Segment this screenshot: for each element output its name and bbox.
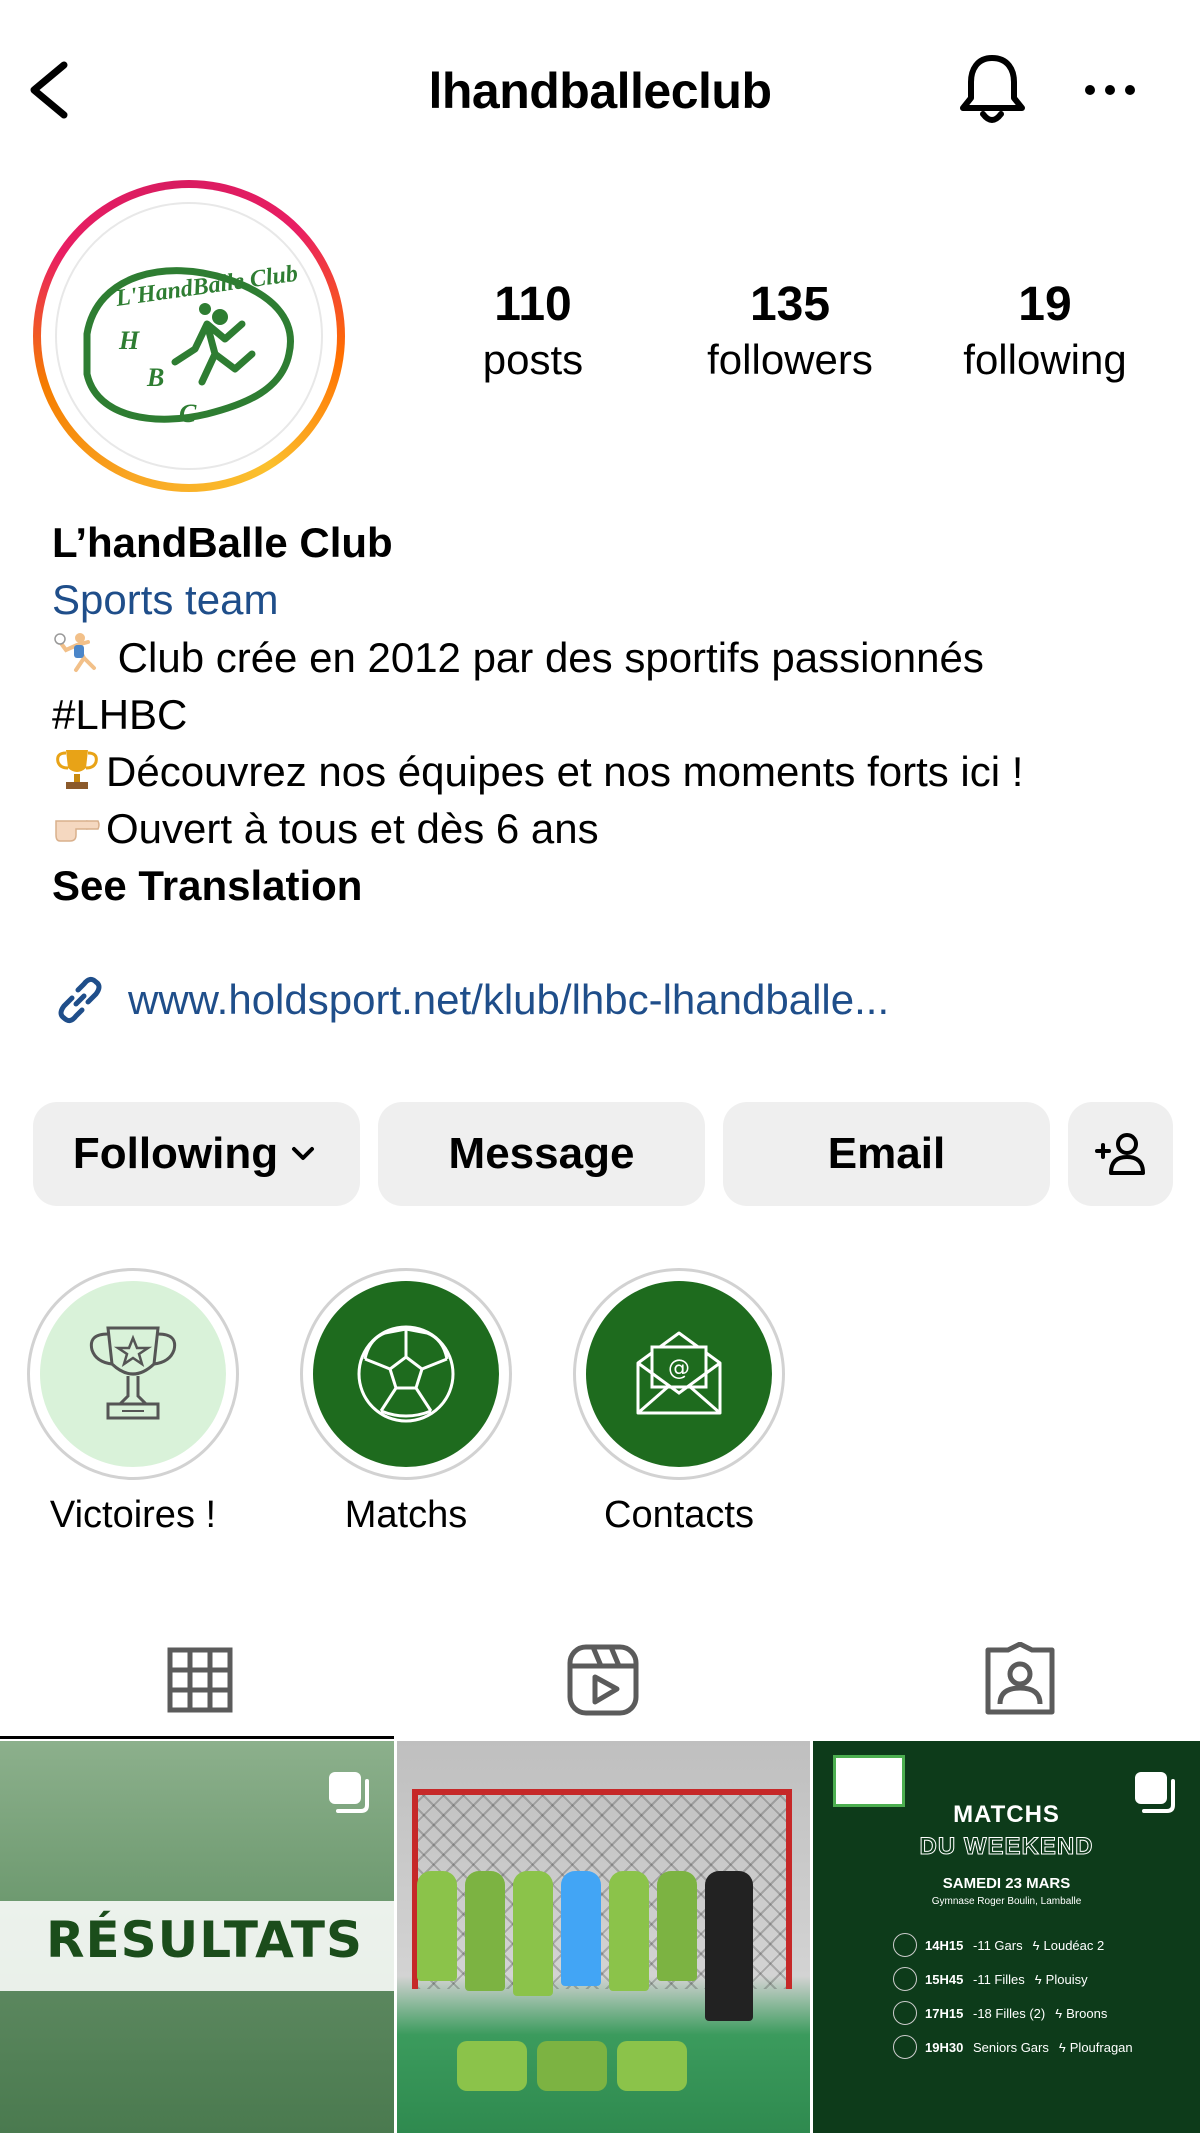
posts-label: posts (482, 336, 584, 383)
profile-bio: L’handBalle Club Sports team Club crée e… (52, 515, 1172, 914)
club-logo-graphic: L'HandBalle Club H B C (83, 261, 299, 428)
trophy-emoji-icon (56, 750, 98, 789)
handball-player-emoji-icon (54, 633, 96, 672)
link-icon (58, 976, 102, 1024)
email-button[interactable]: Email (723, 1102, 1050, 1206)
highlight-contacts[interactable]: @ Contacts (572, 1268, 786, 1537)
email-button-label: Email (827, 1129, 946, 1178)
bio-line-1: Club crée en 2012 par des sportifs passi… (52, 629, 1172, 686)
bio-line-1-text: Club crée en 2012 par des sportifs passi… (106, 634, 984, 681)
post-title: RÉSULTATS (46, 1911, 364, 1969)
svg-text:C: C (179, 399, 197, 428)
highlight-label: Matchs (344, 1494, 468, 1536)
message-button[interactable]: Message (378, 1102, 705, 1206)
posts-stat[interactable]: 110 posts (403, 275, 663, 385)
post-subtitle: DU WEEKEND (919, 1833, 1094, 1861)
post-venue: Gymnase Roger Boulin, Lamballe (931, 1896, 1082, 1907)
profile-avatar[interactable]: L'HandBalle Club H B C (33, 180, 345, 492)
active-tab-indicator (0, 1736, 394, 1739)
followers-label: followers (707, 336, 873, 383)
add-user-icon (1094, 1133, 1145, 1175)
post-thumbnail-resultats[interactable]: RÉSULTATS (0, 1741, 394, 2133)
highlight-matchs[interactable]: Matchs (299, 1268, 513, 1537)
match-row: 14H15 -11 Gars ϟ Loudéac 2 (893, 1933, 1104, 1957)
club-logo-small (833, 1755, 905, 1807)
following-button-label: Following (72, 1129, 279, 1178)
hashtag-link[interactable]: #LHBC (52, 691, 187, 738)
bio-line-3-text: Découvrez nos équipes et nos moments for… (106, 748, 1024, 795)
post-thumbnail-team-photo[interactable] (397, 1741, 810, 2133)
bio-line-4-text: Ouvert à tous et dès 6 ans (106, 805, 599, 852)
following-count: 19 (1018, 278, 1072, 331)
tab-tagged[interactable] (820, 1620, 1200, 1740)
following-button[interactable]: Following (33, 1102, 360, 1206)
bio-line-2[interactable]: #LHBC (52, 686, 1172, 743)
following-label: following (963, 336, 1127, 383)
grid-icon (167, 1647, 233, 1713)
top-bar: lhandballeclub (0, 0, 1200, 180)
more-options-button[interactable] (1080, 70, 1140, 110)
reels-icon (567, 1644, 639, 1716)
bio-link[interactable]: www.holdsport.net/klub/lhbc-lhandballe..… (52, 970, 889, 1030)
message-button-label: Message (448, 1129, 635, 1178)
post-thumbnail-matchs-weekend[interactable]: MATCHS DU WEEKEND SAMEDI 23 MARS Gymnase… (813, 1741, 1200, 2133)
notifications-button[interactable] (955, 50, 1030, 130)
tab-reels[interactable] (403, 1620, 803, 1740)
bell-icon (960, 55, 1025, 123)
carousel-icon (329, 1772, 369, 1813)
see-translation-button[interactable]: See Translation (52, 857, 1172, 914)
svg-text:@: @ (668, 1356, 690, 1381)
link-text: www.holdsport.net/klub/lhbc-lhandballe..… (128, 976, 890, 1023)
svg-text:H: H (118, 326, 140, 355)
tagged-icon (985, 1642, 1055, 1715)
followers-stat[interactable]: 135 followers (660, 275, 920, 385)
carousel-icon (1135, 1772, 1175, 1813)
handball-icon (357, 1325, 455, 1423)
followers-count: 135 (749, 278, 831, 331)
bio-line-4: Ouvert à tous et dès 6 ans (52, 800, 1172, 857)
match-row: 19H30 Seniors Gars ϟ Ploufragan (893, 2035, 1133, 2059)
profile-name: L’handBalle Club (52, 519, 393, 566)
svg-text:B: B (146, 363, 164, 392)
highlight-label: Victoires ! (49, 1494, 217, 1536)
highlight-label: Contacts (604, 1494, 754, 1536)
highlight-victoires[interactable]: Victoires ! (26, 1268, 240, 1537)
suggested-users-button[interactable] (1068, 1102, 1173, 1206)
bio-line-3: Découvrez nos équipes et nos moments for… (52, 743, 1172, 800)
club-logo: L'HandBalle Club H B C (55, 202, 323, 470)
more-horizontal-icon (1085, 85, 1135, 95)
chevron-down-icon (292, 1147, 315, 1160)
following-stat[interactable]: 19 following (915, 275, 1175, 385)
envelope-icon: @ (636, 1331, 722, 1415)
profile-category[interactable]: Sports team (52, 571, 1172, 629)
post-date: SAMEDI 23 MARS (942, 1875, 1071, 1892)
pointing-hand-emoji-icon (55, 820, 100, 842)
match-row: 15H45 -11 Filles ϟ Plouisy (893, 1967, 1088, 1991)
trophy-icon (89, 1326, 177, 1420)
match-row: 17H15 -18 Filles (2) ϟ Broons (893, 2001, 1107, 2025)
posts-count: 110 (494, 278, 572, 331)
tab-posts-grid[interactable] (0, 1620, 400, 1740)
